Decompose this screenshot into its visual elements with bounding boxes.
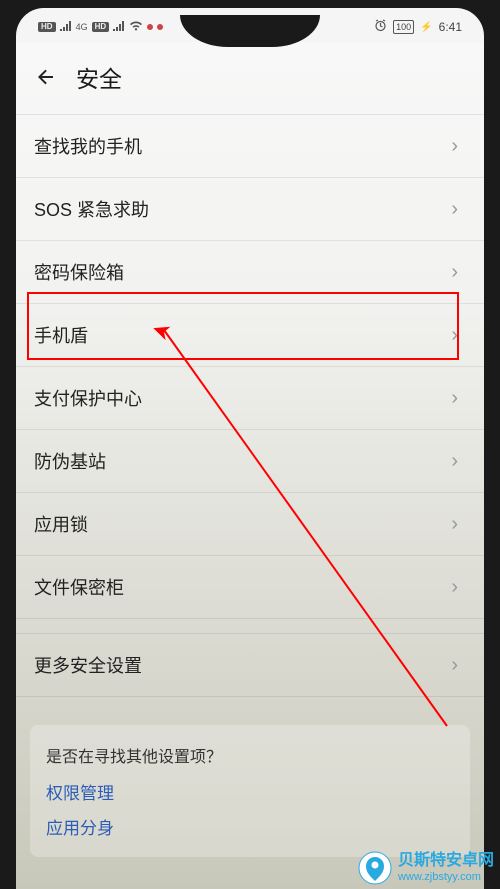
page-header: 安全 bbox=[16, 42, 484, 114]
chevron-right-icon: › bbox=[451, 654, 458, 677]
item-fake-base-station[interactable]: 防伪基站 › bbox=[16, 430, 484, 493]
watermark-text: 贝斯特安卓网 www.zjbstyy.com bbox=[398, 852, 494, 883]
link-permission-management[interactable]: 权限管理 bbox=[46, 779, 454, 804]
item-app-lock[interactable]: 应用锁 › bbox=[16, 493, 484, 556]
status-time: 6:41 bbox=[439, 20, 462, 34]
item-find-my-phone[interactable]: 查找我的手机 › bbox=[16, 114, 484, 178]
signal-bars-icon bbox=[60, 21, 72, 34]
watermark-logo-icon bbox=[358, 851, 392, 885]
looking-for-prompt: 是否在寻找其他设置项？ bbox=[46, 743, 454, 767]
chevron-right-icon: › bbox=[451, 261, 458, 284]
link-app-twin[interactable]: 应用分身 bbox=[46, 814, 454, 839]
screen-content: 安全 查找我的手机 › SOS 紧急求助 › 密码保险箱 › 手机盾 › 支付保… bbox=[16, 42, 484, 889]
chevron-right-icon: › bbox=[451, 135, 458, 158]
item-label: 支付保护中心 bbox=[34, 385, 142, 411]
item-phone-shield[interactable]: 手机盾 › bbox=[16, 304, 484, 367]
item-label: 查找我的手机 bbox=[34, 133, 142, 159]
item-file-safe[interactable]: 文件保密柜 › bbox=[16, 556, 484, 619]
item-sos-emergency[interactable]: SOS 紧急求助 › bbox=[16, 178, 484, 241]
group-separator bbox=[16, 619, 484, 633]
item-label: 更多安全设置 bbox=[34, 652, 142, 678]
sim-hd-badge-1: HD bbox=[38, 22, 56, 32]
item-label: 密码保险箱 bbox=[34, 259, 124, 285]
item-label: SOS 紧急求助 bbox=[34, 196, 149, 222]
item-label: 手机盾 bbox=[34, 322, 88, 348]
page-title: 安全 bbox=[76, 60, 122, 94]
back-button[interactable] bbox=[34, 65, 58, 89]
battery-charging-icon: ⚡ bbox=[420, 22, 432, 33]
sim-hd-badge-2: HD bbox=[92, 22, 110, 32]
item-password-vault[interactable]: 密码保险箱 › bbox=[16, 241, 484, 304]
looking-for-panel: 是否在寻找其他设置项？ 权限管理 应用分身 bbox=[30, 725, 470, 857]
notification-dot-1 bbox=[147, 24, 153, 30]
item-label: 应用锁 bbox=[34, 511, 88, 537]
chevron-right-icon: › bbox=[451, 450, 458, 473]
settings-list: 查找我的手机 › SOS 紧急求助 › 密码保险箱 › 手机盾 › 支付保护中心… bbox=[16, 114, 484, 697]
chevron-right-icon: › bbox=[451, 576, 458, 599]
watermark-title: 贝斯特安卓网 bbox=[398, 852, 494, 870]
chevron-right-icon: › bbox=[451, 324, 458, 347]
item-label: 文件保密柜 bbox=[34, 574, 124, 600]
wifi-icon bbox=[129, 21, 143, 34]
phone-frame: HD 4G HD 100 ⚡ 6:41 bbox=[16, 8, 484, 889]
chevron-right-icon: › bbox=[451, 513, 458, 536]
network-4g-label: 4G bbox=[76, 22, 88, 32]
watermark-url: www.zjbstyy.com bbox=[398, 871, 494, 884]
chevron-right-icon: › bbox=[451, 387, 458, 410]
notification-dot-2 bbox=[157, 24, 163, 30]
item-label: 防伪基站 bbox=[34, 448, 106, 474]
chevron-right-icon: › bbox=[451, 198, 458, 221]
status-right: 100 ⚡ 6:41 bbox=[374, 19, 462, 35]
item-more-security[interactable]: 更多安全设置 › bbox=[16, 633, 484, 697]
signal-bars-icon-2 bbox=[113, 21, 125, 34]
alarm-icon bbox=[374, 19, 387, 35]
item-payment-protection[interactable]: 支付保护中心 › bbox=[16, 367, 484, 430]
status-left: HD 4G HD bbox=[38, 21, 163, 34]
battery-indicator: 100 bbox=[393, 20, 414, 34]
watermark: 贝斯特安卓网 www.zjbstyy.com bbox=[358, 851, 494, 885]
